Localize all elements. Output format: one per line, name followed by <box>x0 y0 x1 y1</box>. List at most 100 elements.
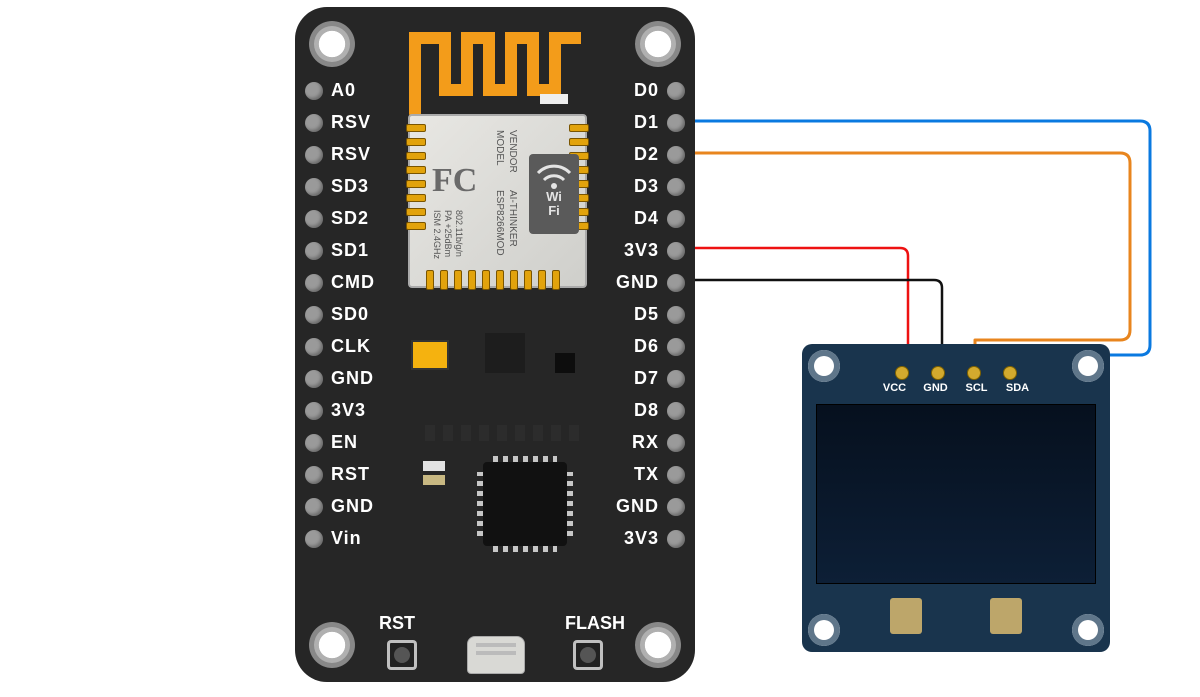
oled-screen <box>816 404 1096 584</box>
pin-label: D8 <box>634 400 659 421</box>
flash-button-label: FLASH <box>565 613 625 634</box>
module-text-vendor: VENDOR <box>507 130 518 173</box>
pin-pad <box>667 498 685 516</box>
pin-pad <box>305 370 323 388</box>
pin-left-rst: RST <box>305 464 378 485</box>
pin-left-sd3: SD3 <box>305 176 377 197</box>
pin-left-sd0: SD0 <box>305 304 377 325</box>
pin-label: SD2 <box>331 208 369 229</box>
pin-pad <box>667 242 685 260</box>
oled-flex-connector <box>990 598 1022 634</box>
pin-right-gnd: GND <box>608 496 685 517</box>
pin-label: GND <box>616 272 659 293</box>
pin-label: D7 <box>634 368 659 389</box>
pin-pad <box>667 114 685 132</box>
smd-component <box>555 353 575 373</box>
pin-right-d5: D5 <box>626 304 685 325</box>
pin-label: GND <box>331 496 374 517</box>
pin-left-gnd: GND <box>305 496 382 517</box>
smd-cap <box>413 342 447 368</box>
pin-right-d6: D6 <box>626 336 685 357</box>
pin-label: RX <box>632 432 659 453</box>
rst-button-label: RST <box>379 613 415 634</box>
module-text-wifi: 802.11b/g/n <box>454 210 464 257</box>
pin-pad <box>305 530 323 548</box>
micro-usb-port <box>467 636 525 674</box>
nodemcu-board: FC MODEL VENDOR ESP8266MOD AI-THINKER IS… <box>295 7 695 682</box>
pin-pad <box>667 338 685 356</box>
pin-pad <box>305 498 323 516</box>
pin-left-a0: A0 <box>305 80 364 101</box>
pin-pad <box>667 530 685 548</box>
pin-right-d7: D7 <box>626 368 685 389</box>
pin-pad <box>305 178 323 196</box>
oled-pin-scl <box>967 366 981 380</box>
pin-label: RSV <box>331 112 371 133</box>
rst-button[interactable] <box>387 640 417 670</box>
pin-label: CMD <box>331 272 375 293</box>
pin-label: 3V3 <box>624 240 659 261</box>
oled-pin-gnd <box>931 366 945 380</box>
pin-label: SD0 <box>331 304 369 325</box>
pin-pad <box>667 82 685 100</box>
pin-label: D0 <box>634 80 659 101</box>
fcc-mark-icon: FC <box>432 162 477 200</box>
pin-label: SD3 <box>331 176 369 197</box>
oled-pin-label: GND <box>923 382 949 394</box>
oled-flex-connector <box>890 598 922 634</box>
pin-pad <box>305 402 323 420</box>
pin-pad <box>305 114 323 132</box>
pin-pad <box>305 434 323 452</box>
smd-regulator <box>485 333 525 373</box>
oled-pin-label: SCL <box>964 382 990 394</box>
pin-label: EN <box>331 432 358 453</box>
pin-right-d0: D0 <box>626 80 685 101</box>
pin-label: D4 <box>634 208 659 229</box>
pin-pad <box>667 210 685 228</box>
pin-label: TX <box>634 464 659 485</box>
mcu-chip <box>483 462 567 546</box>
pin-right-d2: D2 <box>626 144 685 165</box>
module-text-vendorname: AI-THINKER <box>507 190 518 247</box>
pin-right-tx: TX <box>626 464 685 485</box>
pin-right-d1: D1 <box>626 112 685 133</box>
pin-left-rsv: RSV <box>305 144 379 165</box>
pin-label: A0 <box>331 80 356 101</box>
pin-pad <box>305 146 323 164</box>
smd-component <box>540 94 568 104</box>
pin-pad <box>305 242 323 260</box>
led-row <box>425 425 579 441</box>
flash-button[interactable] <box>573 640 603 670</box>
pin-label: D5 <box>634 304 659 325</box>
pin-left-rsv: RSV <box>305 112 379 133</box>
oled-pin-sda <box>1003 366 1017 380</box>
pin-pad <box>305 306 323 324</box>
module-text-partno: ESP8266MOD <box>494 190 505 256</box>
pin-pad <box>305 274 323 292</box>
pin-right-d3: D3 <box>626 176 685 197</box>
pin-left-cmd: CMD <box>305 272 383 293</box>
pin-left-sd1: SD1 <box>305 240 377 261</box>
pin-right-3v3: 3V3 <box>616 528 685 549</box>
pin-pad <box>667 370 685 388</box>
module-text-model: MODEL <box>494 130 505 166</box>
esp8266-module: FC MODEL VENDOR ESP8266MOD AI-THINKER IS… <box>408 114 587 288</box>
pin-pad <box>305 466 323 484</box>
pin-right-d4: D4 <box>626 208 685 229</box>
smd-component <box>423 461 445 471</box>
pin-pad <box>305 210 323 228</box>
pin-pad <box>667 146 685 164</box>
pin-left-vin: Vin <box>305 528 370 549</box>
pin-left-gnd: GND <box>305 368 382 389</box>
pin-label: SD1 <box>331 240 369 261</box>
smd-component <box>423 475 445 485</box>
oled-pin-label: VCC <box>882 382 908 394</box>
pin-right-rx: RX <box>624 432 685 453</box>
module-text-ism: ISM 2.4GHz <box>432 210 442 259</box>
pin-pad <box>667 178 685 196</box>
pin-pad <box>305 338 323 356</box>
pin-label: D6 <box>634 336 659 357</box>
pin-left-clk: CLK <box>305 336 379 357</box>
oled-module: VCC GND SCL SDA <box>802 344 1110 652</box>
oled-pin-label: SDA <box>1005 382 1031 394</box>
